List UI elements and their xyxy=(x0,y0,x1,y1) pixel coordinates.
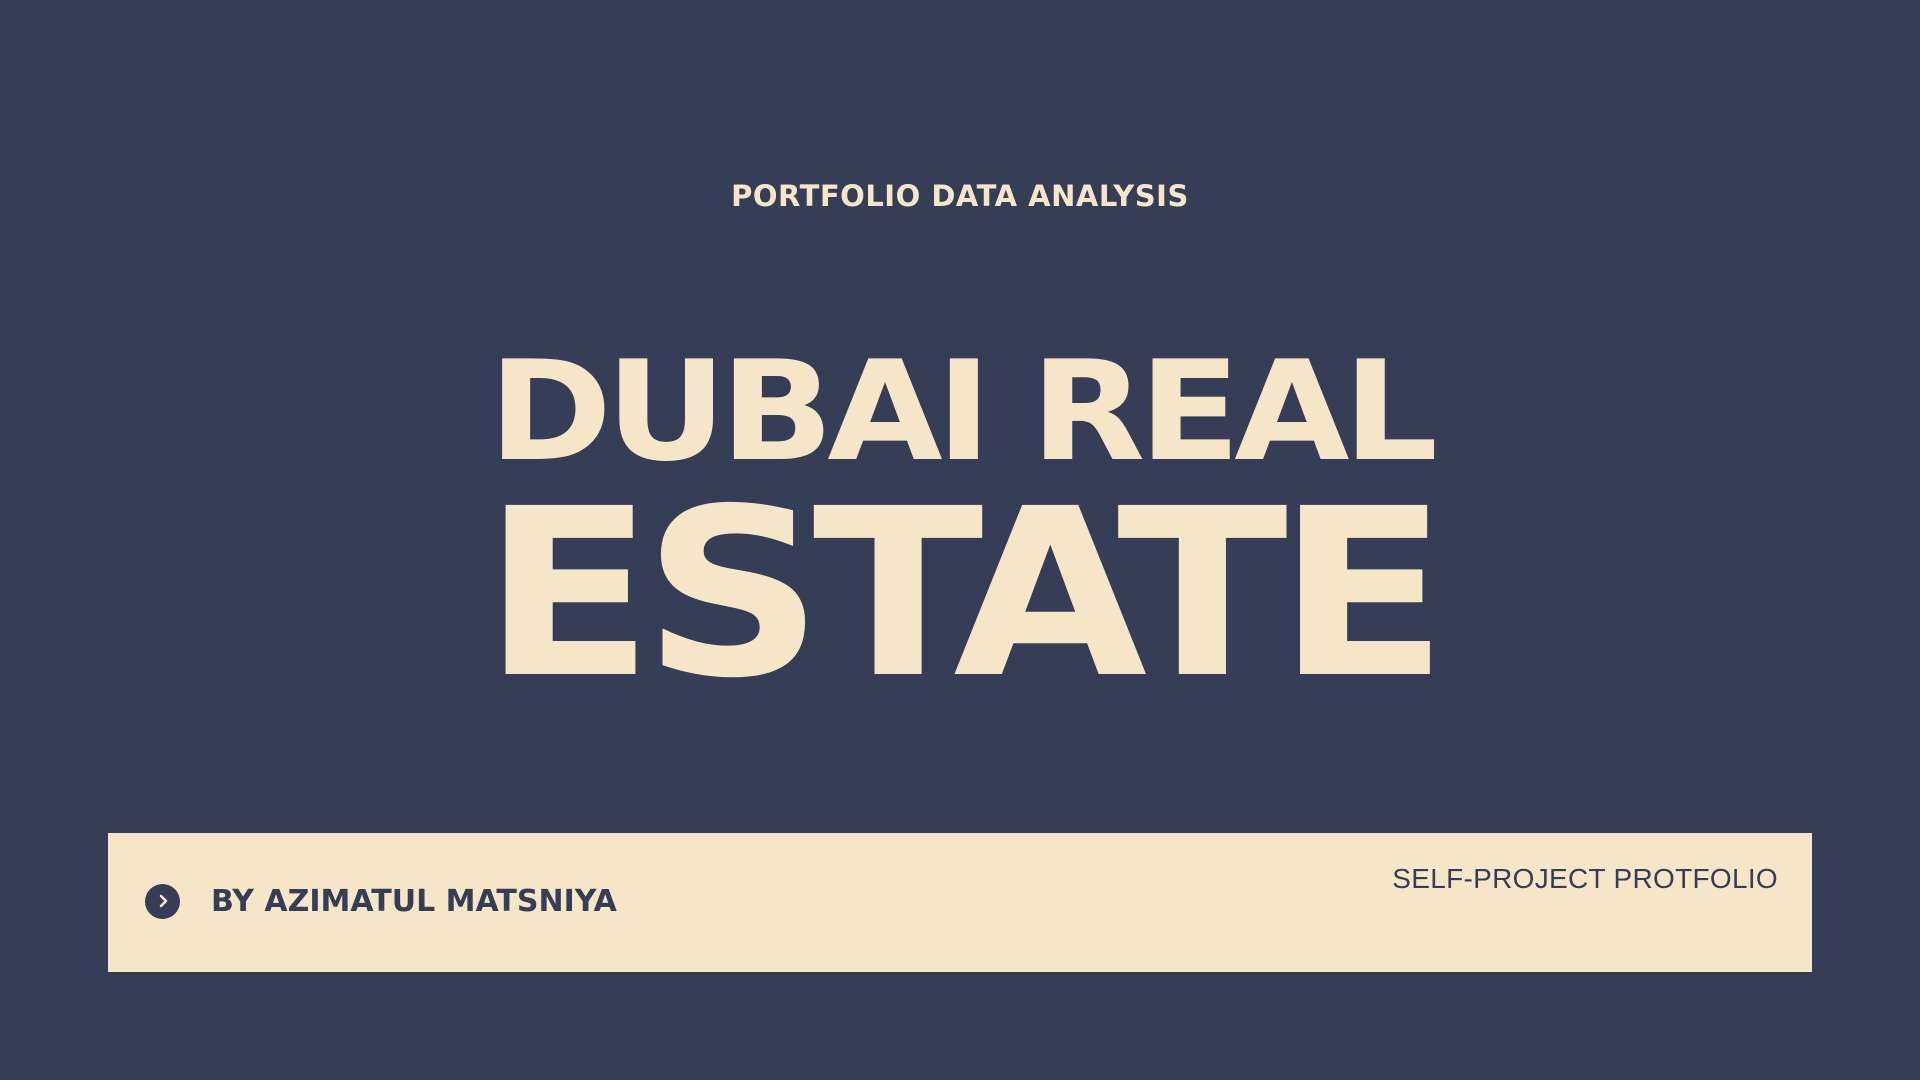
slide-title-line-2: ESTATE xyxy=(482,459,1449,729)
title-slide: PORTFOLIO DATA ANALYSIS DUBAI REAL ESTAT… xyxy=(0,0,1920,1080)
project-type-label: SELF-PROJECT PROTFOLIO xyxy=(1392,863,1778,894)
author-name: BY AZIMATUL MATSNIYA xyxy=(211,883,617,919)
chevron-right-circle-icon xyxy=(145,883,180,919)
author-group: BY AZIMATUL MATSNIYA xyxy=(145,883,617,919)
slide-kicker: PORTFOLIO DATA ANALYSIS xyxy=(731,179,1189,213)
footer-bar: BY AZIMATUL MATSNIYA SELF-PROJECT PROTFO… xyxy=(108,833,1812,972)
